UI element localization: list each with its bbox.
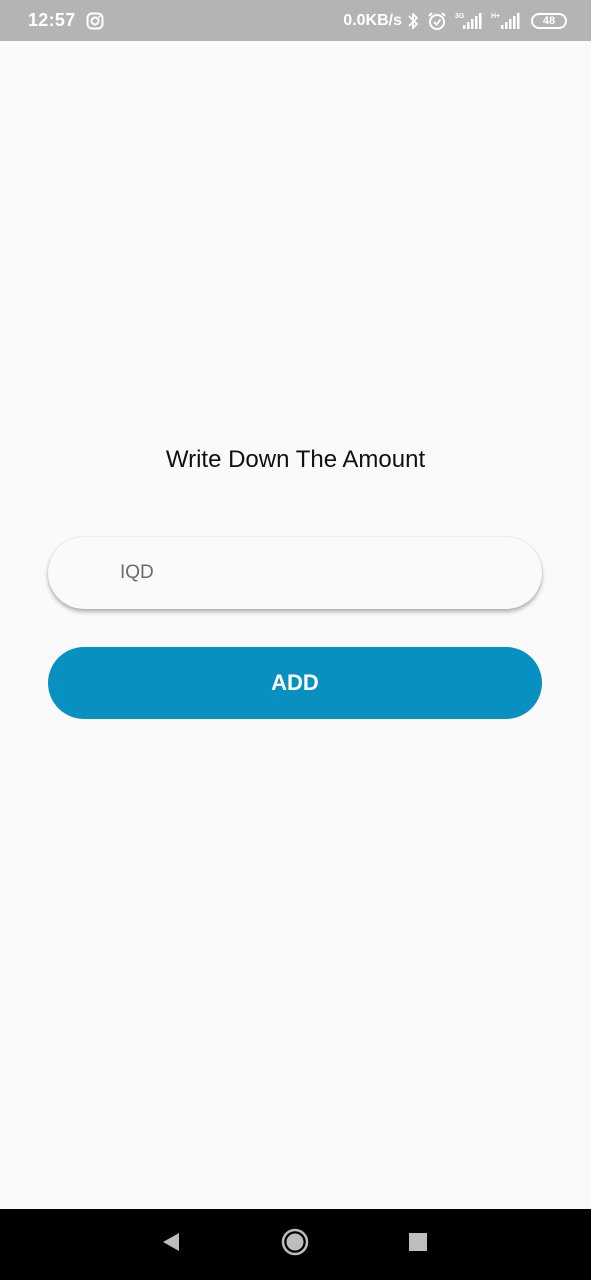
signal-icon: 3G <box>455 11 483 31</box>
status-bar: 12:57 0.0KB/s 3G H+ 48 <box>0 0 591 41</box>
status-bar-right: 0.0KB/s 3G H+ 48 <box>343 11 567 31</box>
add-button[interactable]: ADD <box>48 647 542 719</box>
network-type-1: 3G <box>455 13 465 20</box>
home-icon <box>281 1228 309 1261</box>
page-title: Write Down The Amount <box>165 446 426 473</box>
recents-icon <box>408 1232 428 1257</box>
status-bar-left: 12:57 <box>28 10 104 31</box>
battery-icon: 48 <box>531 12 567 29</box>
alarm-icon <box>427 11 447 31</box>
network-type-2: H+ <box>491 13 500 20</box>
recents-button[interactable] <box>383 1209 453 1280</box>
network-speed: 0.0KB/s <box>343 11 402 29</box>
back-button[interactable] <box>136 1209 206 1280</box>
instagram-icon <box>86 12 104 30</box>
home-button[interactable] <box>260 1209 330 1280</box>
status-time: 12:57 <box>28 10 76 30</box>
signal-icon: H+ <box>491 11 521 31</box>
back-icon <box>161 1231 181 1258</box>
navigation-bar <box>0 1209 591 1280</box>
battery-level: 48 <box>542 14 556 27</box>
amount-input[interactable] <box>48 537 542 609</box>
bluetooth-icon <box>407 11 419 31</box>
